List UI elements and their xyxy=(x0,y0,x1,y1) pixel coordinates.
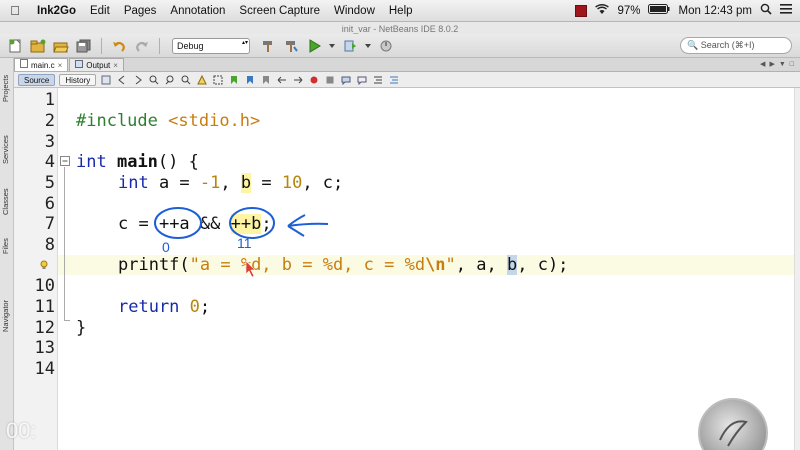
source-view-button[interactable]: Source xyxy=(18,73,56,86)
maximize-window-icon[interactable]: □ xyxy=(790,58,794,71)
c-file-icon xyxy=(20,58,28,72)
run-dropdown-icon[interactable] xyxy=(328,38,336,54)
menu-window[interactable]: Window xyxy=(327,5,382,17)
run-icon[interactable] xyxy=(305,38,323,54)
close-tab-icon[interactable]: × xyxy=(113,59,118,72)
debug-icon[interactable] xyxy=(341,38,359,54)
clock[interactable]: Mon 12:43 pm xyxy=(678,5,752,17)
left-dock: Projects Services Classes Files Navigato… xyxy=(0,58,14,450)
undo-icon[interactable] xyxy=(110,38,128,54)
last-edit-icon[interactable] xyxy=(100,74,112,85)
new-project-icon[interactable] xyxy=(29,38,47,54)
ink-circle-around-plus-plus-a xyxy=(154,207,202,239)
editor-scrollbar[interactable] xyxy=(794,88,800,450)
find-selection-icon[interactable] xyxy=(148,74,160,85)
new-file-icon[interactable] xyxy=(6,38,24,54)
previous-bookmark-icon[interactable] xyxy=(228,74,240,85)
forward-icon[interactable] xyxy=(132,74,144,85)
toggle-bookmark-icon[interactable] xyxy=(260,74,272,85)
recording-timer: 00: xyxy=(6,418,37,443)
ink-note-result-a: 0 xyxy=(162,239,170,255)
ink-arrow-pointing-left xyxy=(287,214,329,237)
ink-circle-around-plus-plus-b xyxy=(229,207,275,239)
menu-screen-capture[interactable]: Screen Capture xyxy=(232,5,327,17)
shift-left-icon[interactable] xyxy=(276,74,288,85)
ide-search-input[interactable]: 🔍 Search (⌘+I) xyxy=(680,37,792,54)
close-tab-icon[interactable]: × xyxy=(58,59,63,72)
save-all-icon[interactable] xyxy=(75,38,93,54)
show-opened-documents-icon[interactable]: ▼ xyxy=(779,58,786,71)
apple-menu-icon[interactable]:  xyxy=(0,3,30,18)
clean-build-icon[interactable] xyxy=(282,38,300,54)
editor-toolbar: Source History xyxy=(14,72,800,88)
debug-dropdown-icon[interactable] xyxy=(364,38,372,54)
menu-edit[interactable]: Edit xyxy=(83,5,117,17)
recording-indicator-icon[interactable] xyxy=(575,4,588,17)
history-view-button[interactable]: History xyxy=(59,73,97,86)
tab-output-label: Output xyxy=(86,60,111,70)
mouse-cursor-icon xyxy=(245,260,256,278)
main-toolbar: Debug 🔍 Search (⌘+I) xyxy=(0,34,800,58)
stop-macro-recording-icon[interactable] xyxy=(324,74,336,85)
menu-bar:  Ink2Go Edit Pages Annotation Screen Ca… xyxy=(0,0,800,22)
uncomment-icon[interactable] xyxy=(356,74,368,85)
build-configuration-value: Debug xyxy=(177,40,204,51)
toggle-rect-selection-icon[interactable] xyxy=(212,74,224,85)
spotlight-search-icon[interactable] xyxy=(760,3,772,18)
ink-note-result-b: 11 xyxy=(237,235,252,251)
tab-main-c-label: main.c xyxy=(31,60,55,70)
ide-search-placeholder: Search (⌘+I) xyxy=(700,40,755,50)
back-icon[interactable] xyxy=(116,74,128,85)
shift-right-icon[interactable] xyxy=(292,74,304,85)
find-previous-icon[interactable] xyxy=(164,74,176,85)
comment-icon[interactable] xyxy=(340,74,352,85)
scroll-tabs-right-icon[interactable]: ▶ xyxy=(769,58,774,71)
dock-tab-projects[interactable]: Projects xyxy=(1,64,13,112)
find-next-icon[interactable] xyxy=(180,74,192,85)
diff-icon[interactable] xyxy=(388,74,400,85)
battery-percent: 97% xyxy=(617,4,641,17)
scroll-tabs-left-icon[interactable]: ◀ xyxy=(760,58,765,71)
ink2go-watermark-logo xyxy=(698,398,768,450)
wifi-icon[interactable] xyxy=(595,3,610,18)
dock-tab-services[interactable]: Services xyxy=(1,128,13,172)
format-code-icon[interactable] xyxy=(372,74,384,85)
profile-icon[interactable] xyxy=(377,38,395,54)
toolbar-separator xyxy=(101,37,102,54)
menu-pages[interactable]: Pages xyxy=(117,5,164,17)
menu-app-name[interactable]: Ink2Go xyxy=(30,5,83,17)
dock-tab-classes[interactable]: Classes xyxy=(1,182,13,222)
tab-navigation: ◀ ▶ ▼ □ xyxy=(760,58,800,71)
dock-tab-navigator[interactable]: Navigator xyxy=(1,290,13,342)
code-editor[interactable]: 1 2 3 4 5 6 7 8 9 10 11 12 13 14 #includ… xyxy=(14,88,794,450)
battery-icon[interactable] xyxy=(648,4,670,17)
toggle-highlight-icon[interactable] xyxy=(196,74,208,85)
build-configuration-select[interactable]: Debug xyxy=(172,37,250,54)
toolbar-separator xyxy=(159,37,160,54)
window-title-text: init_var - NetBeans IDE 8.0.2 xyxy=(341,24,459,34)
editor-tab-bar: main.c × Output × ◀ ▶ ▼ □ xyxy=(14,58,800,72)
tab-main-c[interactable]: main.c × xyxy=(14,58,69,72)
build-hammer-icon[interactable] xyxy=(259,38,277,54)
menu-annotation[interactable]: Annotation xyxy=(163,5,232,17)
dock-tab-files[interactable]: Files xyxy=(1,232,13,260)
start-macro-recording-icon[interactable] xyxy=(308,74,320,85)
next-bookmark-icon[interactable] xyxy=(244,74,256,85)
tab-output[interactable]: Output × xyxy=(69,58,124,71)
ink-annotation-layer xyxy=(154,207,329,278)
open-project-icon[interactable] xyxy=(52,38,70,54)
notification-center-icon[interactable] xyxy=(780,4,792,17)
menu-help[interactable]: Help xyxy=(382,5,420,17)
redo-icon[interactable] xyxy=(133,38,151,54)
output-window-icon xyxy=(75,59,84,72)
